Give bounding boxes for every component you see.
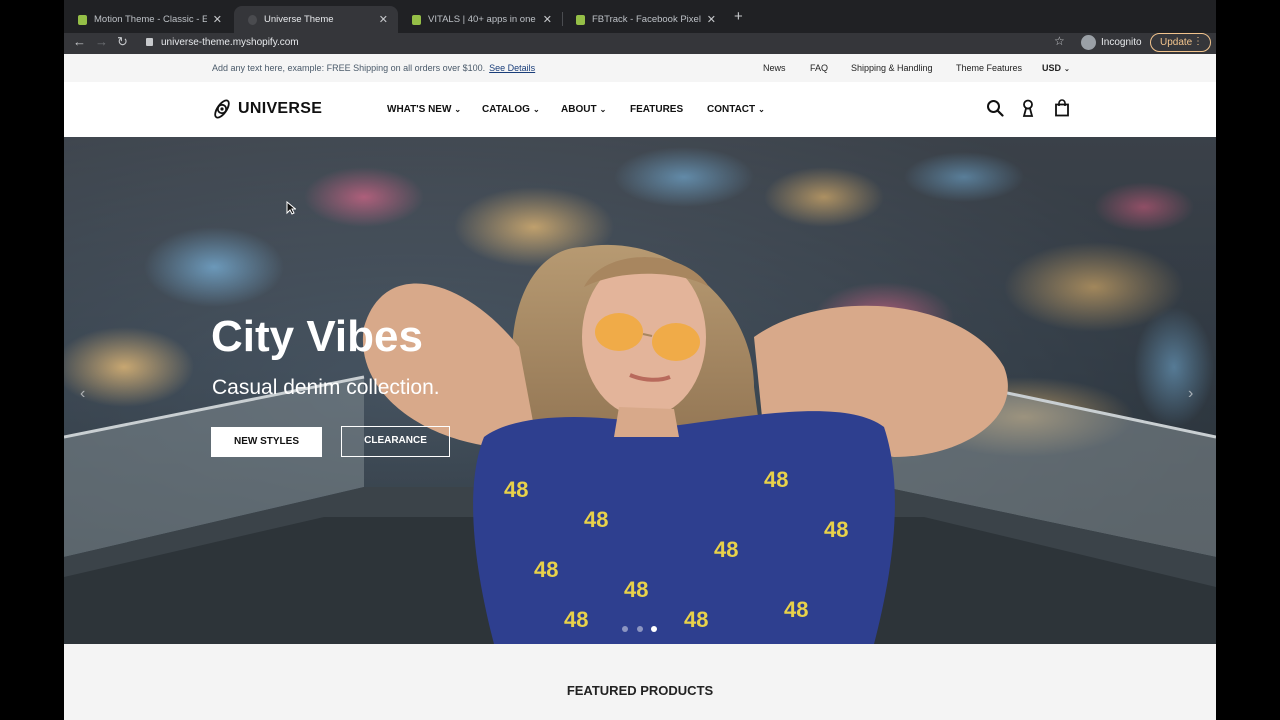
hero-subtitle: Casual denim collection.: [212, 376, 440, 399]
nav-contact[interactable]: CONTACT ⌄: [707, 104, 765, 115]
svg-text:48: 48: [624, 577, 648, 602]
nav-label: CATALOG: [482, 104, 530, 115]
close-icon[interactable]: ✕: [213, 13, 222, 26]
see-details-link[interactable]: See Details: [489, 63, 535, 73]
svg-text:48: 48: [824, 517, 848, 542]
nav-label: CONTACT: [707, 104, 756, 115]
svg-text:48: 48: [784, 597, 808, 622]
mouse-cursor-icon: [286, 201, 296, 215]
incognito-icon[interactable]: [1081, 35, 1096, 50]
prev-slide-arrow-icon[interactable]: ‹: [80, 385, 85, 403]
tab-title: VITALS | 40+ apps in one : Plu: [428, 14, 537, 25]
util-link-news[interactable]: News: [763, 63, 786, 73]
chevron-down-icon: ⌄: [454, 105, 462, 114]
bookmark-star-icon[interactable]: ☆: [1054, 34, 1065, 48]
announcement-message: Add any text here, example: FREE Shippin…: [212, 63, 486, 73]
chevron-down-icon: ⌄: [1064, 66, 1070, 73]
svg-text:48: 48: [764, 467, 788, 492]
announcement-text: Add any text here, example: FREE Shippin…: [212, 63, 535, 73]
nav-whats-new[interactable]: WHAT'S NEW ⌄: [387, 104, 461, 115]
forward-arrow-icon[interactable]: →: [95, 34, 108, 49]
nav-label: ABOUT: [561, 104, 597, 115]
svg-text:48: 48: [584, 507, 608, 532]
hero-slideshow: 48 48 48 48 48 48 48 48 48 48 ‹ › City Vibes C…: [64, 137, 1216, 644]
tab-fbtrack[interactable]: FBTrack - Facebook Pixels App ✕: [562, 6, 726, 33]
site-header: UNIVERSE WHAT'S NEW ⌄ CATALOG ⌄ ABOUT ⌄ FEA…: [64, 82, 1216, 137]
slide-dot-3[interactable]: [651, 626, 657, 632]
clearance-button[interactable]: CLEARANCE: [341, 426, 450, 457]
tab-motion-theme[interactable]: Motion Theme - Classic - Eco ✕: [64, 6, 232, 33]
tab-strip: Motion Theme - Classic - Eco ✕ Universe …: [64, 0, 1216, 33]
new-tab-button[interactable]: +: [734, 8, 743, 25]
svg-text:48: 48: [534, 557, 558, 582]
next-slide-arrow-icon[interactable]: ›: [1188, 385, 1193, 403]
kebab-menu-icon: ⋮: [1193, 36, 1203, 47]
util-link-theme-features[interactable]: Theme Features: [956, 63, 1022, 73]
reload-icon[interactable]: ↻: [117, 34, 128, 50]
new-styles-button[interactable]: NEW STYLES: [211, 427, 322, 457]
nav-catalog[interactable]: CATALOG ⌄: [482, 104, 540, 115]
shopify-favicon-icon: [78, 14, 87, 25]
back-arrow-icon[interactable]: ←: [73, 34, 86, 49]
nav-about[interactable]: ABOUT ⌄: [561, 104, 606, 115]
featured-products-title: FEATURED PRODUCTS: [566, 683, 714, 698]
hero-title: City Vibes: [211, 312, 423, 361]
address-bar[interactable]: universe-theme.myshopify.com: [140, 34, 1076, 53]
universe-favicon-icon: [248, 14, 257, 25]
update-button[interactable]: Update ⋮: [1150, 33, 1211, 52]
featured-products-section: FEATURED PRODUCTS: [64, 644, 1216, 720]
tab-title: Motion Theme - Classic - Eco: [94, 14, 207, 25]
chevron-down-icon: ⌄: [758, 105, 765, 114]
util-link-faq[interactable]: FAQ: [810, 63, 828, 73]
chevron-down-icon: ⌄: [532, 105, 540, 114]
tab-title: Universe Theme: [264, 14, 334, 25]
tab-universe-theme[interactable]: Universe Theme ✕: [234, 6, 398, 33]
shopify-favicon-icon: [412, 14, 421, 25]
tab-title: FBTrack - Facebook Pixels App: [592, 14, 701, 25]
shopify-favicon-icon: [576, 14, 585, 25]
svg-text:48: 48: [684, 607, 708, 632]
nav-features[interactable]: FEATURES: [630, 104, 683, 115]
slide-dot-1[interactable]: [622, 626, 628, 632]
lock-icon: [146, 38, 153, 46]
currency-selector[interactable]: USD ⌄: [1042, 63, 1070, 73]
browser-toolbar: ← → ↻ universe-theme.myshopify.com ☆ Inc…: [64, 33, 1216, 54]
nav-label: WHAT'S NEW: [387, 104, 452, 115]
close-icon[interactable]: ✕: [707, 13, 716, 26]
slide-dot-2[interactable]: [637, 626, 643, 632]
nav-label: FEATURES: [630, 104, 684, 115]
browser-window: Motion Theme - Classic - Eco ✕ Universe …: [64, 0, 1216, 720]
currency-label: USD: [1042, 63, 1062, 73]
close-icon[interactable]: ✕: [379, 13, 388, 26]
announcement-bar: Add any text here, example: FREE Shippin…: [64, 54, 1216, 82]
url-text[interactable]: universe-theme.myshopify.com: [161, 37, 299, 48]
close-icon[interactable]: ✕: [543, 13, 552, 26]
account-icon[interactable]: [1021, 99, 1035, 117]
update-label: Update: [1160, 37, 1193, 48]
svg-text:48: 48: [564, 607, 588, 632]
svg-text:48: 48: [714, 537, 738, 562]
incognito-label[interactable]: Incognito: [1101, 37, 1142, 48]
tab-vitals[interactable]: VITALS | 40+ apps in one : Plu ✕: [398, 6, 562, 33]
util-link-shipping[interactable]: Shipping & Handling: [851, 63, 933, 73]
svg-text:48: 48: [504, 477, 528, 502]
site-logo[interactable]: UNIVERSE: [238, 100, 322, 118]
search-icon[interactable]: [986, 99, 1004, 117]
cart-icon[interactable]: [1054, 99, 1070, 117]
universe-logo-icon[interactable]: [210, 97, 234, 121]
chevron-down-icon: ⌄: [599, 105, 607, 114]
